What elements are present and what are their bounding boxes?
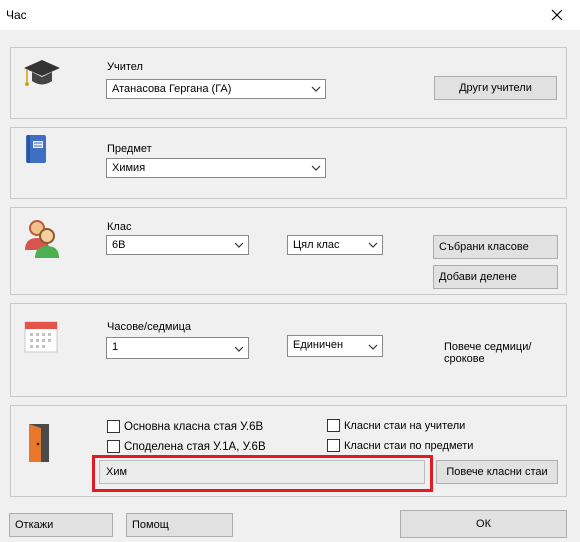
- book-icon: [26, 135, 46, 163]
- close-icon: [551, 9, 563, 21]
- chevron-down-icon: [234, 242, 244, 248]
- door-icon: [29, 424, 49, 462]
- subject-label: Предмет: [107, 143, 152, 155]
- other-teachers-label: Други учители: [459, 82, 532, 94]
- group-select[interactable]: Цял клас: [287, 235, 383, 255]
- chevron-down-icon: [311, 165, 321, 171]
- class-select[interactable]: 6В: [106, 235, 249, 255]
- ok-button[interactable]: ОК: [400, 510, 567, 538]
- main-room-box[interactable]: [107, 420, 120, 433]
- other-teachers-button[interactable]: Други учители: [434, 76, 557, 100]
- class-label: Клас: [107, 221, 132, 233]
- calendar-icon: [24, 321, 58, 353]
- teacher-label: Учител: [107, 61, 143, 73]
- help-label: Помощ: [132, 519, 169, 531]
- hours-label: Часове/седмица: [107, 321, 192, 333]
- hours-type-value: Единичен: [293, 339, 344, 351]
- chevron-down-icon: [311, 86, 321, 92]
- cancel-label: Откажи: [15, 519, 54, 531]
- joined-classes-button[interactable]: Събрани класове: [433, 235, 558, 259]
- teacher-select-value: Атанасова Гергана (ГА): [112, 83, 232, 95]
- class-panel: Клас 6В Цял клас Събрани класове Добави …: [10, 207, 567, 295]
- joined-classes-label: Събрани класове: [439, 241, 529, 253]
- users-icon: [25, 220, 59, 258]
- teacher-select[interactable]: Атанасова Гергана (ГА): [106, 79, 326, 99]
- subject-panel: Предмет Химия: [10, 127, 567, 199]
- chevron-down-icon: [234, 346, 244, 352]
- main-room-checkbox[interactable]: Основна класна стая У.6В: [107, 420, 263, 433]
- more-rooms-label: Повече класни стаи: [446, 466, 548, 478]
- teacher-panel: Учител Атанасова Гергана (ГА) Други учит…: [10, 47, 567, 119]
- hours-count-value: 1: [112, 341, 119, 353]
- add-split-button[interactable]: Добави делене: [433, 265, 558, 289]
- help-button[interactable]: Помощ: [126, 513, 233, 537]
- main-room-label: Основна класна стая У.6В: [124, 420, 264, 433]
- teacher-rooms-checkbox[interactable]: Класни стаи на учители: [327, 419, 465, 432]
- ok-label: ОК: [476, 518, 491, 530]
- chevron-down-icon: [368, 242, 378, 248]
- teacher-rooms-box[interactable]: [327, 419, 340, 432]
- subject-rooms-checkbox[interactable]: Класни стаи по предмети: [327, 439, 473, 452]
- subject-rooms-box[interactable]: [327, 439, 340, 452]
- more-rooms-button[interactable]: Повече класни стаи: [436, 460, 558, 484]
- shared-room-box[interactable]: [107, 440, 120, 453]
- hours-type-select[interactable]: Единичен: [287, 335, 383, 357]
- window-titlebar: Час: [0, 0, 580, 30]
- teacher-rooms-label: Класни стаи на учители: [344, 419, 466, 432]
- graduation-cap-icon: [24, 60, 60, 86]
- hours-count-select[interactable]: 1: [106, 337, 249, 359]
- room-field-value: Хим: [106, 466, 128, 478]
- chevron-down-icon: [368, 344, 378, 350]
- cancel-button[interactable]: Откажи: [9, 513, 113, 537]
- shared-room-label: Споделена стая У.1А, У.6В: [124, 440, 266, 453]
- add-split-label: Добави делене: [439, 271, 517, 283]
- rooms-panel: Основна класна стая У.6В Споделена стая …: [10, 405, 567, 497]
- room-field[interactable]: Хим: [99, 460, 425, 484]
- class-select-value: 6В: [112, 239, 126, 251]
- window-title: Час: [6, 8, 27, 22]
- group-select-value: Цял клас: [293, 239, 340, 251]
- more-weeks-link[interactable]: Повече седмици/срокове: [444, 341, 566, 365]
- shared-room-checkbox[interactable]: Споделена стая У.1А, У.6В: [107, 440, 266, 453]
- close-button[interactable]: [534, 0, 580, 30]
- subject-select-value: Химия: [112, 162, 146, 174]
- hours-panel: Часове/седмица 1 Единичен Повече седмици…: [10, 303, 567, 397]
- subject-select[interactable]: Химия: [106, 158, 326, 178]
- subject-rooms-label: Класни стаи по предмети: [344, 439, 474, 452]
